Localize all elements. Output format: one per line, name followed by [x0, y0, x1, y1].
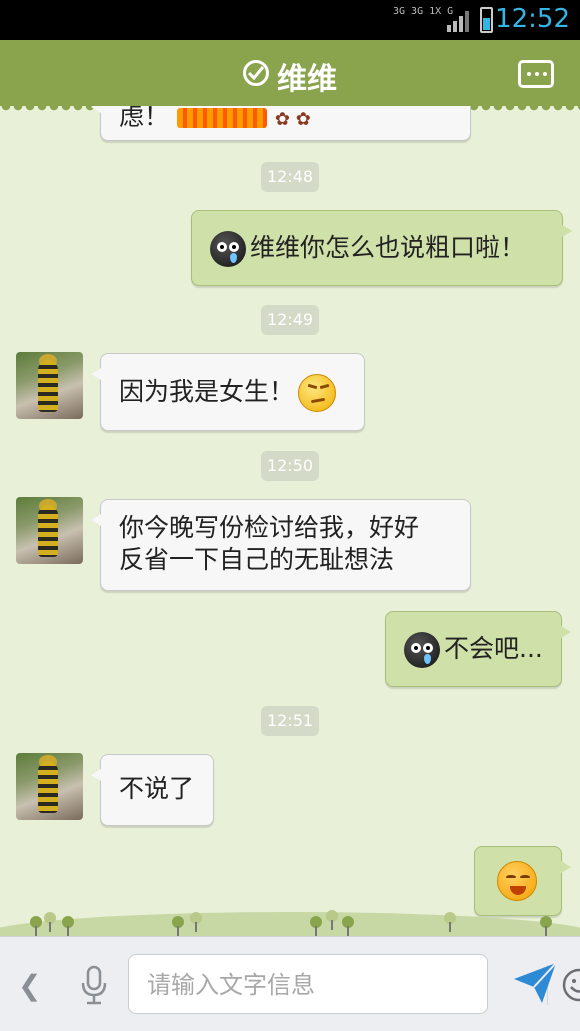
avatar[interactable] — [16, 753, 83, 820]
cry-face-emoji-icon — [210, 231, 246, 267]
timestamp: 12:48 — [261, 162, 319, 192]
title-bar: 维维 — [0, 40, 580, 112]
emoji-picker-icon[interactable] — [561, 967, 580, 1003]
message-input[interactable] — [147, 968, 417, 1002]
message-bubble-incoming[interactable]: 不说了 — [91, 754, 214, 826]
clock: 12:52 — [495, 4, 570, 34]
message-bubble-partial[interactable]: 虑！ ✿ ✿ — [91, 106, 471, 141]
microphone-icon[interactable] — [78, 965, 110, 1005]
check-circle-icon — [243, 60, 269, 86]
battery-icon — [480, 7, 493, 33]
emoji-icon: ✿ ✿ — [274, 109, 311, 130]
avatar[interactable] — [16, 352, 83, 419]
chat-area[interactable]: 虑！ ✿ ✿ 12:48 维维你怎么也说粗口啦！ 12:49 因为我是女生！ 1… — [0, 106, 580, 936]
message-bubble-outgoing[interactable]: 维维你怎么也说粗口啦！ — [191, 210, 572, 286]
message-input-box[interactable] — [128, 954, 580, 1014]
more-options-button[interactable] — [518, 60, 554, 88]
contact-name: 维维 — [277, 62, 337, 97]
signal-icon — [447, 11, 469, 32]
background-scenery — [0, 886, 580, 936]
message-bubble-incoming[interactable]: 你今晚写份检讨给我，好好 反省一下自己的无耻想法 — [91, 499, 471, 591]
avatar[interactable] — [16, 497, 83, 564]
timestamp: 12:50 — [261, 451, 319, 481]
timestamp: 12:51 — [261, 706, 319, 736]
message-bubble-incoming[interactable]: 因为我是女生！ — [91, 353, 365, 431]
chevron-left-icon[interactable]: ❮ — [18, 969, 41, 1002]
input-bar: ❮ — [0, 936, 580, 1031]
cry-face-emoji-icon — [404, 632, 440, 668]
network-indicator: 3G 3G 1X G — [393, 6, 454, 17]
status-bar: 3G 3G 1X G 12:52 — [0, 0, 580, 40]
smirk-emoji-icon — [298, 374, 337, 412]
message-bubble-outgoing[interactable]: 不会吧... — [385, 611, 571, 687]
fire-emoji-icon — [176, 108, 267, 128]
timestamp: 12:49 — [261, 305, 319, 335]
chat-title: 维维 — [0, 54, 580, 98]
send-icon[interactable] — [512, 961, 558, 1005]
